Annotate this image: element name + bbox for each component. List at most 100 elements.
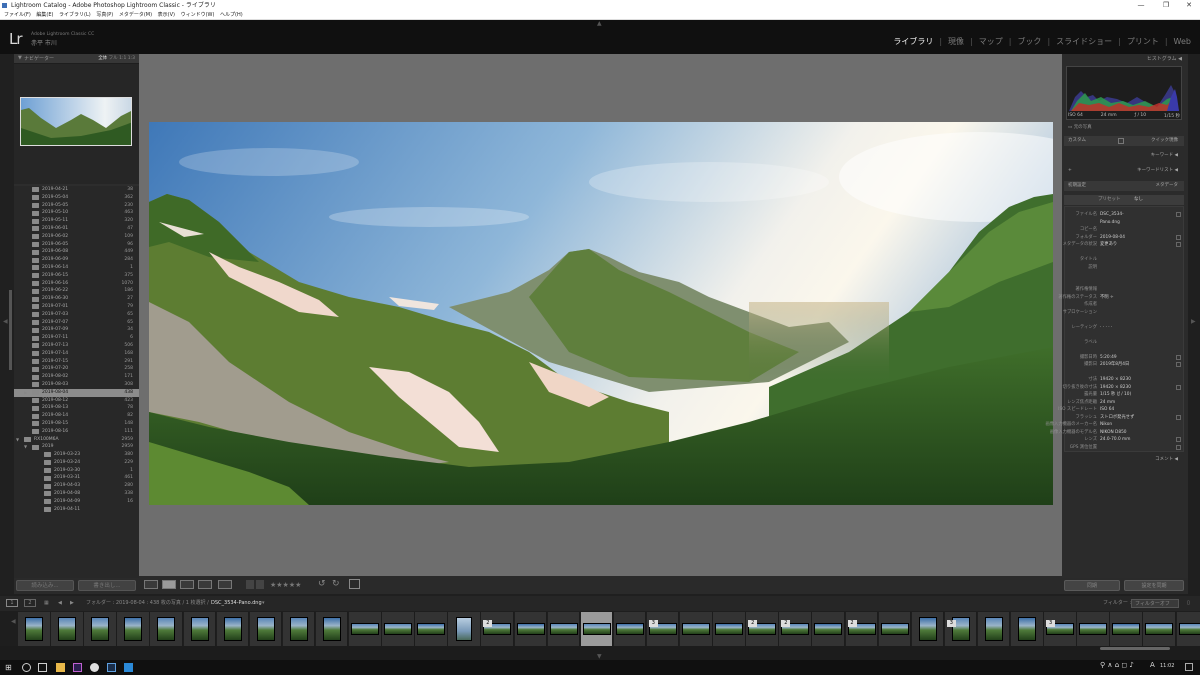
flag-reject-icon[interactable]	[256, 580, 264, 589]
metadata-value[interactable]: 2019-08-04	[1100, 234, 1125, 241]
filmstrip-cell[interactable]	[812, 612, 845, 646]
expand-triangle-icon[interactable]: ▼	[24, 443, 27, 451]
metadata-value[interactable]: 2019年8月4日	[1100, 361, 1129, 368]
quick-develop-header[interactable]: カスタム クイック現像	[1064, 136, 1184, 146]
filmstrip-cell[interactable]: 2	[481, 612, 514, 646]
metadata-value[interactable]: 19420 × 8230	[1100, 376, 1131, 383]
metadata-action-icon[interactable]	[1176, 212, 1181, 217]
top-panel-toggle-icon[interactable]: ▲	[597, 20, 602, 27]
folder-row[interactable]: 2019-08-03 308	[14, 381, 139, 389]
folder-row[interactable]: 2019-06-16 1070	[14, 280, 139, 288]
premiere-icon[interactable]	[73, 663, 82, 672]
folder-row[interactable]: 2019-07-14 168	[14, 350, 139, 358]
metadata-value[interactable]: 24 mm	[1100, 399, 1115, 406]
filmstrip-cell[interactable]	[977, 612, 1011, 646]
folder-row[interactable]: 2019-06-22 186	[14, 287, 139, 295]
filmstrip-cell[interactable]	[150, 612, 183, 646]
metadata-value[interactable]: Pano.dng	[1100, 219, 1120, 226]
export-button[interactable]: 書き出し...	[78, 580, 136, 591]
metadata-action-icon[interactable]	[1176, 384, 1181, 390]
folder-row[interactable]: 2019-04-21 38	[14, 186, 139, 194]
metadata-action-icon[interactable]	[1176, 242, 1181, 247]
stack-count-badge[interactable]: 3	[648, 620, 658, 627]
filmstrip-cell[interactable]	[349, 612, 382, 646]
menu-help[interactable]: ヘルプ(H)	[220, 12, 243, 18]
module-develop[interactable]: 現像	[947, 36, 965, 47]
minimize-button[interactable]: —	[1130, 0, 1152, 11]
expand-triangle-icon[interactable]: ▶	[24, 389, 27, 397]
forward-arrow-icon[interactable]: ▶	[70, 596, 74, 611]
folder-row[interactable]: 2019-03-23 380	[14, 451, 139, 459]
stack-count-badge[interactable]: 2	[781, 620, 791, 627]
metadata-value[interactable]: 5:20:49	[1100, 354, 1117, 361]
clock[interactable]: 11:02	[1160, 663, 1174, 669]
metadata-value[interactable]: NIKON D850	[1100, 429, 1127, 436]
zoom-1-3[interactable]: 1:3	[128, 56, 135, 61]
quick-develop-preset[interactable]: カスタム	[1068, 136, 1086, 146]
people-view-icon[interactable]	[218, 580, 232, 589]
filmstrip-scrollbar[interactable]	[1100, 647, 1170, 650]
filmstrip-cell[interactable]	[547, 612, 581, 646]
filter-lock-icon[interactable]: ▯	[1187, 596, 1190, 611]
stack-count-badge[interactable]: 3	[946, 620, 956, 627]
filmstrip-cell[interactable]	[1011, 612, 1044, 646]
metadata-value[interactable]: DSC_3534-	[1100, 211, 1124, 218]
back-arrow-icon[interactable]: ◀	[58, 596, 62, 611]
filmstrip-cell[interactable]	[183, 612, 217, 646]
filmstrip-cell[interactable]	[448, 612, 481, 646]
folder-row[interactable]: 2019-08-12 423	[14, 397, 139, 405]
menu-window[interactable]: ウィンドウ(W)	[181, 12, 215, 18]
menu-metadata[interactable]: メタデータ(M)	[119, 12, 152, 18]
folder-row[interactable]: 2019-08-16 111	[14, 428, 139, 436]
search-icon[interactable]	[22, 663, 31, 672]
folder-row[interactable]: 2019-06-30 27	[14, 295, 139, 303]
metadata-action-icon[interactable]	[1176, 234, 1181, 240]
notifications-icon[interactable]	[1185, 663, 1193, 671]
metadata-header[interactable]: 初期設定 メタデータ	[1064, 181, 1184, 191]
folder-row[interactable]: 2019-06-14 1	[14, 264, 139, 272]
filmstrip-cell[interactable]	[282, 612, 316, 646]
module-web[interactable]: Web	[1173, 37, 1192, 46]
folder-row[interactable]: ▶ 2019-08-04 438	[14, 388, 139, 397]
filmstrip-cell[interactable]	[613, 612, 647, 646]
sync-metadata-button[interactable]: 同期	[1064, 580, 1120, 591]
histogram-header[interactable]: ヒストグラム ◀	[1062, 54, 1188, 64]
metadata-action-icon[interactable]	[1176, 437, 1181, 442]
zoom-1-1[interactable]: 1:1	[119, 56, 126, 61]
filmstrip-cell[interactable]	[514, 612, 548, 646]
filmstrip-cell[interactable]: 3	[646, 612, 680, 646]
metadata-value[interactable]: ISO 64	[1100, 406, 1114, 413]
folder-row[interactable]: 2019-07-03 65	[14, 311, 139, 319]
metadata-value[interactable]: ストロボ発光せず	[1100, 414, 1134, 421]
filmstrip-cell[interactable]	[911, 612, 945, 646]
module-book[interactable]: ブック	[1016, 36, 1042, 47]
folder-row[interactable]: ▼ 2019 2959	[14, 443, 139, 451]
filmstrip-cell[interactable]: 3	[944, 612, 978, 646]
folder-row[interactable]: 2019-05-05 230	[14, 202, 139, 210]
loupe-view-icon[interactable]	[162, 580, 176, 589]
filmstrip-cell[interactable]	[1143, 612, 1176, 646]
grid-view-icon[interactable]	[144, 580, 158, 589]
folder-row[interactable]: 2019-07-11 6	[14, 334, 139, 342]
photos-icon[interactable]	[124, 663, 133, 672]
folder-row[interactable]: 2019-03-31 461	[14, 474, 139, 482]
histogram[interactable]	[1066, 66, 1182, 120]
system-tray-icons[interactable]: ⚲ ∧ ⌂ ◻ ♪	[1100, 661, 1134, 669]
zoom-fit[interactable]: 全体	[98, 56, 107, 61]
navigator-header[interactable]: ナビゲーター 全体 フル 1:1 1:3	[14, 54, 139, 64]
dropdown-icon[interactable]	[1118, 138, 1124, 144]
filmstrip-cell[interactable]	[415, 612, 448, 646]
rotate-left-icon[interactable]: ↺	[318, 579, 326, 589]
menu-edit[interactable]: 編集(E)	[36, 12, 53, 18]
preset-row[interactable]: プリセット なし	[1064, 195, 1184, 205]
stack-count-badge[interactable]: 2	[847, 620, 857, 627]
folder-row[interactable]: 2019-03-24 229	[14, 459, 139, 467]
filmstrip-cell[interactable]	[315, 612, 349, 646]
filmstrip-cell[interactable]	[216, 612, 250, 646]
folder-row[interactable]: 2019-04-03 280	[14, 482, 139, 490]
filmstrip-cell[interactable]	[680, 612, 713, 646]
stack-count-badge[interactable]: 3	[1046, 620, 1056, 627]
metadata-value[interactable]: · · · · ·	[1100, 324, 1112, 331]
folder-row[interactable]: ▼ RX100M6A 2959	[14, 436, 139, 444]
crop-overlay-icon[interactable]	[349, 579, 360, 589]
